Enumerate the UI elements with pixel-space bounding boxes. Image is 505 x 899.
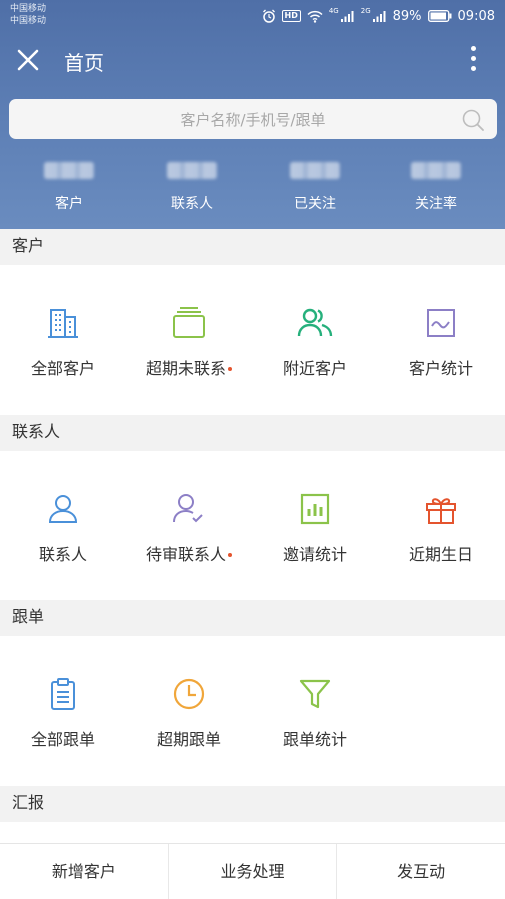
business-process-button[interactable]: 业务处理: [169, 844, 338, 899]
header: 中国移动 中国移动 HD 4G 2G 89% 09:08 首页 客户名称/手机号…: [0, 0, 505, 229]
more-dot: [470, 46, 476, 51]
stat-follow-rate[interactable]: 关注率: [373, 160, 499, 213]
carrier-info: 中国移动 中国移动: [10, 3, 46, 27]
stat-contacts[interactable]: 联系人: [129, 160, 255, 213]
overdue-orders-item[interactable]: 超期跟单: [126, 636, 252, 784]
hd-badge: HD: [281, 10, 301, 22]
stacked-cards-icon: [173, 307, 205, 338]
contacts-item[interactable]: 联系人: [0, 451, 126, 599]
status-icons: HD 4G 2G 89% 09:08: [262, 7, 495, 24]
close-button[interactable]: [12, 44, 44, 76]
all-orders-item[interactable]: 全部跟单: [0, 636, 126, 784]
customers-grid: 全部客户 超期未联系 附近客户 客户统计: [0, 265, 505, 415]
section-title-orders: 跟单: [0, 600, 505, 636]
wifi-icon: [307, 10, 323, 23]
item-label: 超期跟单: [156, 730, 221, 749]
more-menu-button[interactable]: [469, 46, 477, 74]
network-type-2: 2G: [360, 7, 371, 15]
reports-grid: [0, 822, 505, 843]
item-label: 附近客户: [282, 359, 347, 378]
clock-icon: [173, 678, 205, 710]
close-icon: [17, 49, 39, 71]
filter-icon: [299, 679, 331, 709]
people-icon: [297, 308, 333, 337]
item-label: 跟单统计: [282, 730, 347, 749]
carrier-1: 中国移动: [10, 4, 47, 14]
recent-birthdays-item[interactable]: 近期生日: [378, 451, 504, 599]
more-dot: [470, 56, 476, 61]
add-customer-button[interactable]: 新增客户: [0, 844, 169, 899]
clipboard-icon: [51, 678, 75, 710]
signal-icon: [340, 11, 354, 22]
item-label: 客户统计: [408, 359, 473, 378]
search-icon[interactable]: [461, 108, 485, 132]
battery-percent: 89%: [392, 8, 422, 24]
item-label: 待审联系人: [126, 541, 252, 565]
orders-grid: 全部跟单 超期跟单 跟单统计: [0, 636, 505, 786]
send-interaction-button[interactable]: 发互动: [337, 844, 505, 899]
invite-stats-item[interactable]: 邀请统计: [252, 451, 378, 599]
stat-label: 关注率: [415, 196, 457, 212]
person-icon: [48, 495, 78, 523]
section-title-customers: 客户: [0, 229, 505, 265]
item-label: 近期生日: [408, 545, 473, 564]
item-label: 全部客户: [30, 359, 95, 378]
gift-icon: [426, 498, 456, 524]
stat-followed[interactable]: 已关注: [252, 160, 378, 213]
item-label: 邀请统计: [282, 545, 347, 564]
item-label: 联系人: [38, 545, 87, 564]
nearby-customers-item[interactable]: 附近客户: [252, 265, 378, 413]
notification-dot: [228, 553, 232, 557]
overdue-uncontacted-item[interactable]: 超期未联系: [126, 265, 252, 413]
stats-row: 客户 联系人 已关注 关注率: [0, 160, 505, 220]
order-stats-item[interactable]: 跟单统计: [252, 636, 378, 784]
item-label-text: 超期未联系: [145, 359, 226, 378]
person-check-icon: [173, 494, 203, 523]
stat-value-blurred: [411, 162, 461, 179]
section-title-reports: 汇报: [0, 786, 505, 822]
battery-icon: [427, 10, 452, 22]
building-icon: [48, 309, 78, 338]
all-customers-item[interactable]: 全部客户: [0, 265, 126, 413]
page-title: 首页: [64, 51, 104, 75]
network-type-1: 4G: [328, 7, 339, 15]
item-label: 全部跟单: [30, 730, 95, 749]
bar-chart-icon: [300, 493, 330, 525]
stat-value-blurred: [167, 162, 217, 179]
stat-customers[interactable]: 客户: [6, 160, 132, 213]
bottom-action-bar: 新增客户 业务处理 发互动: [0, 843, 505, 899]
alarm-icon: [262, 9, 275, 23]
stat-label: 客户: [55, 196, 83, 212]
item-label: 超期未联系: [126, 355, 252, 379]
stat-label: 已关注: [294, 196, 336, 212]
search-input[interactable]: 客户名称/手机号/跟单: [9, 99, 497, 139]
notification-dot: [228, 367, 232, 371]
clock: 09:08: [457, 8, 495, 24]
title-bar: 首页: [0, 32, 505, 88]
carrier-2: 中国移动: [10, 16, 47, 26]
pending-contacts-item[interactable]: 待审联系人: [126, 451, 252, 599]
stat-value-blurred: [44, 162, 94, 179]
line-chart-icon: [427, 309, 455, 337]
more-dot: [470, 66, 476, 71]
section-title-contacts: 联系人: [0, 415, 505, 451]
customer-stats-item[interactable]: 客户统计: [378, 265, 504, 413]
signal-icon: [372, 11, 386, 22]
contacts-grid: 联系人 待审联系人 邀请统计 近期生日: [0, 451, 505, 600]
stat-value-blurred: [290, 162, 340, 179]
stat-label: 联系人: [171, 196, 213, 212]
status-bar: 中国移动 中国移动 HD 4G 2G 89% 09:08: [0, 0, 505, 32]
search-placeholder: 客户名称/手机号/跟单: [180, 111, 326, 129]
item-label-text: 待审联系人: [145, 545, 226, 564]
